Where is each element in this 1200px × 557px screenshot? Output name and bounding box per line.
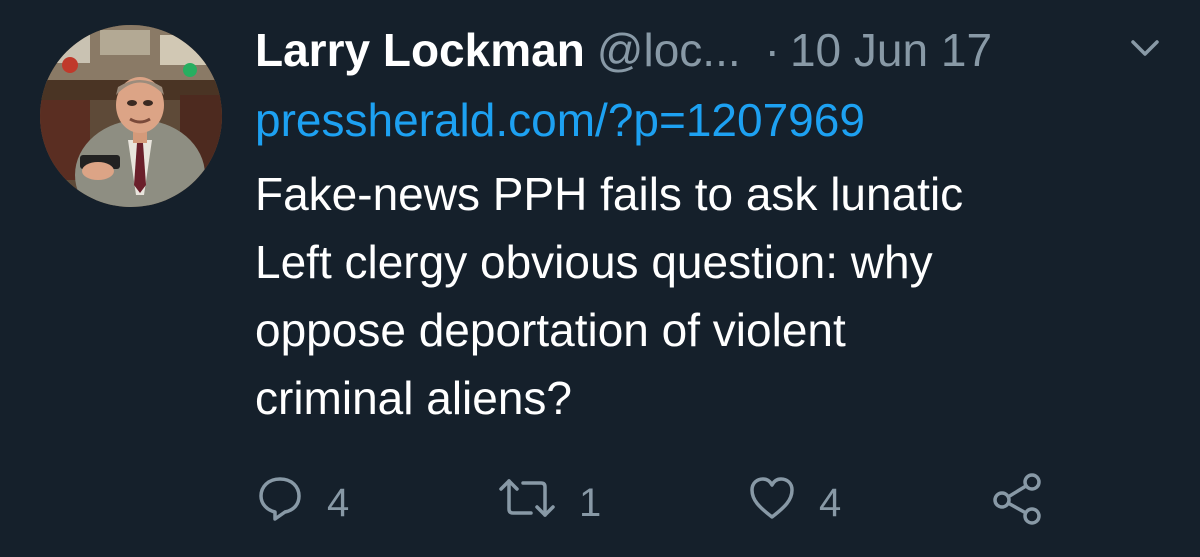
tweet-text-line: oppose deportation of violent [255,304,846,356]
tweet-text-line: criminal aliens? [255,372,573,424]
share-button[interactable] [990,473,1046,531]
tweet-link[interactable]: pressherald.com/?p=1207969 [255,92,865,148]
retweet-button[interactable]: 1 [497,475,601,531]
reply-button[interactable]: 4 [255,475,349,531]
tweet-text: Fake-news PPH fails to ask lunatic Left … [255,160,1155,432]
tweet-text-line: Left clergy obvious question: why [255,236,933,288]
separator-dot: · [764,24,780,76]
tweet-header: Larry Lockman @loc... · 10 Jun 17 [255,20,992,80]
like-count: 4 [819,480,842,525]
share-icon [990,470,1046,536]
like-button[interactable]: 4 [747,475,841,531]
avatar[interactable] [40,25,222,207]
tweet-card[interactable]: Larry Lockman @loc... · 10 Jun 17 pressh… [0,0,1200,557]
heart-icon [747,473,797,533]
tweet-text-line: Fake-news PPH fails to ask lunatic [255,168,964,220]
tweet-actions: 4 1 4 [255,473,1155,535]
reply-count: 4 [327,480,350,525]
display-name[interactable]: Larry Lockman [255,23,585,77]
user-handle[interactable]: @loc... [597,23,741,77]
retweet-icon [497,473,557,533]
tweet-date[interactable]: 10 Jun 17 [790,23,992,77]
reply-icon [255,473,305,533]
chevron-down-icon[interactable] [1125,34,1165,64]
retweet-count: 1 [579,480,602,525]
